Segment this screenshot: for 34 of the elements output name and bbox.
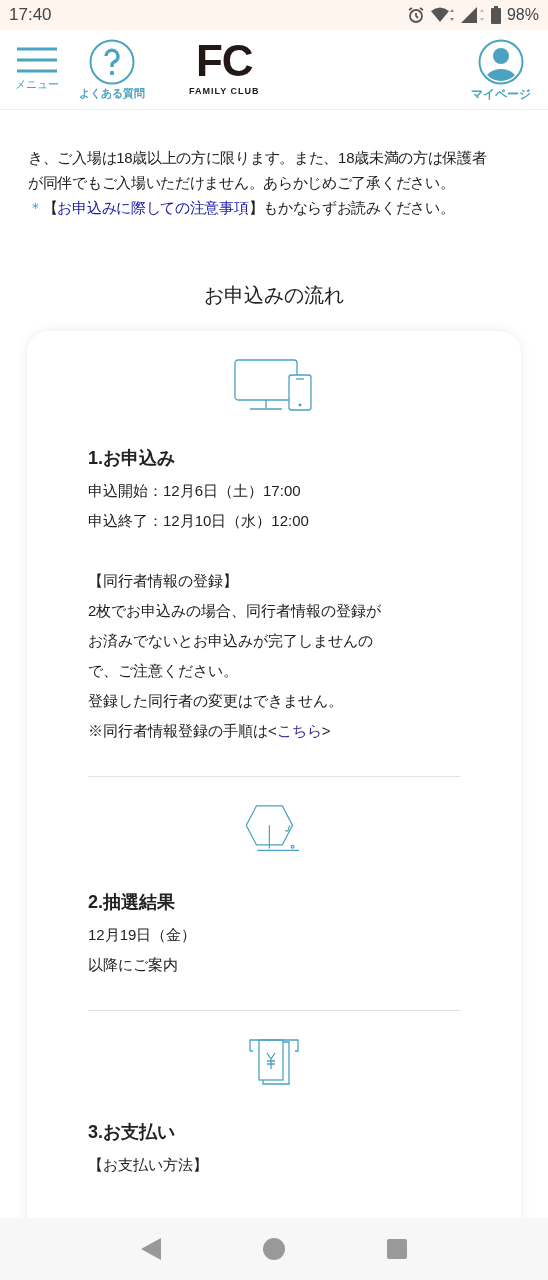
step-text: お済みでないとお申込みが完了しませんの — [88, 631, 374, 651]
signal-icon — [460, 7, 485, 23]
notice-text: が同伴でもご入場いただけません。あらかじめご了承ください。 — [28, 173, 456, 193]
site-logo[interactable]: FC FAMILY CLUB — [189, 40, 260, 99]
menu-icon — [17, 46, 57, 73]
step-text: 以降にご案内 — [88, 955, 179, 975]
help-icon — [89, 39, 135, 86]
step-text: で、ご注意ください。 — [88, 661, 239, 681]
home-icon[interactable] — [263, 1238, 285, 1260]
step-text: 申込開始：12月6日（土）17:00 — [88, 481, 302, 501]
notice-note: ＊【お申込みに際しての注意事項】もかならずお読みください。 — [28, 198, 456, 218]
step-text: 登録した同行者の変更はできません。 — [88, 691, 344, 711]
step-heading: 3.お支払い — [88, 1121, 176, 1144]
step-text: 【お支払い方法】 — [88, 1155, 209, 1175]
step-heading: 1.お申込み — [88, 447, 176, 470]
step-text: 12月19日（金） — [88, 925, 198, 945]
user-icon — [478, 38, 524, 85]
battery-icon — [490, 6, 501, 24]
step-text: 2枚でお申込みの場合、同行者情報の登録が — [88, 601, 383, 621]
step-text: ※同行者情報登録の手順は<こちら> — [88, 721, 332, 741]
clock-time: 17:40 — [9, 4, 52, 27]
wifi-icon — [430, 7, 455, 23]
computer-and-phone-icon — [234, 359, 314, 411]
battery-percent: 98% — [506, 5, 539, 25]
back-icon[interactable] — [141, 1238, 161, 1260]
step-heading: 2.抽選結果 — [88, 891, 176, 914]
step-text: 【同行者情報の登録】 — [88, 571, 239, 591]
section-title: お申込みの流れ — [203, 283, 345, 308]
yen-bill-icon — [249, 1039, 299, 1085]
precautions-link[interactable]: お申込みに際しての注意事項 — [57, 199, 249, 216]
here-link[interactable]: こちら — [276, 722, 322, 739]
alarm-icon — [406, 6, 425, 24]
notice-text: き、ご入場は18歳以上の方に限ります。また、18歳未満の方は保護者 — [28, 148, 488, 168]
step-text: 申込終了：12月10日（水）12:00 — [88, 511, 310, 531]
